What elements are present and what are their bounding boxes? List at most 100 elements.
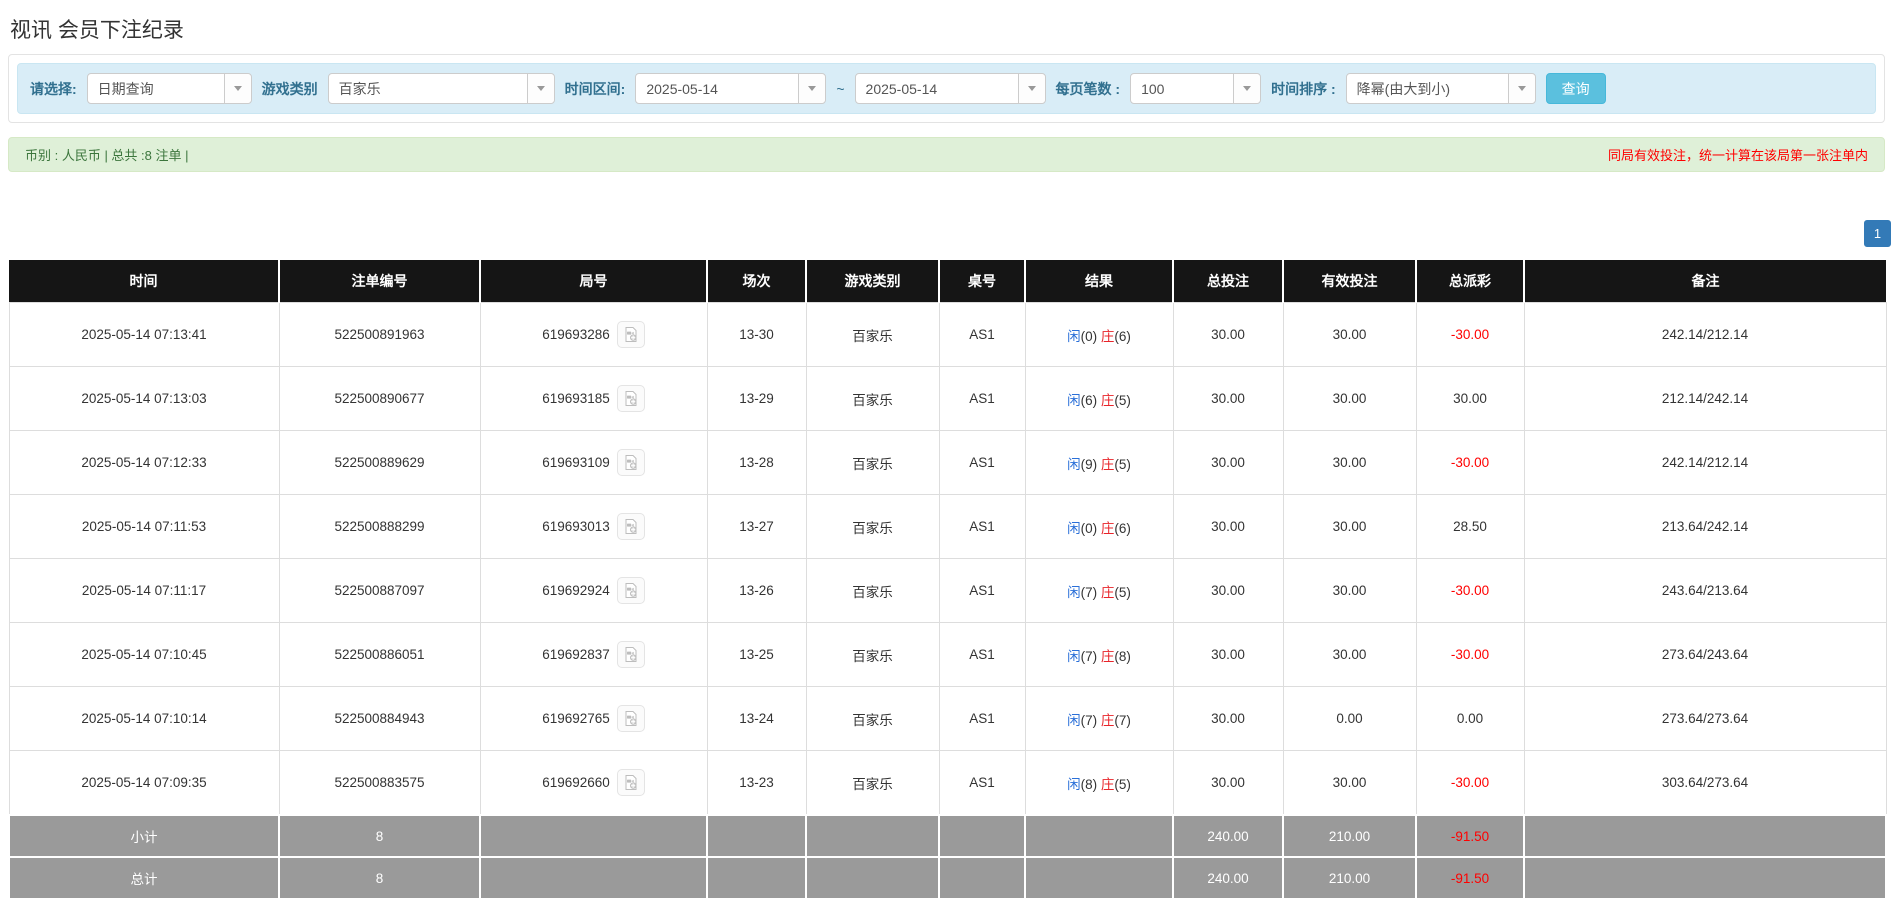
time-sort-label: 时间排序 : xyxy=(1271,80,1336,97)
filter-bar: 请选择: 日期查询 游戏类别 百家乐 时间区间: 2025-05-14 ~ 20… xyxy=(17,63,1876,114)
cell-session: 13-23 xyxy=(706,750,807,816)
search-button[interactable]: 查询 xyxy=(1545,73,1606,104)
subtotal-valid-bet: 210.00 xyxy=(1282,814,1417,858)
total-total-bet: 240.00 xyxy=(1172,856,1284,900)
cell-bet-id: 522500887097 xyxy=(278,558,481,623)
cell-valid-bet: 30.00 xyxy=(1282,430,1417,495)
cell-table-id: AS1 xyxy=(938,750,1026,816)
chevron-down-icon[interactable] xyxy=(526,74,554,103)
video-replay-button[interactable] xyxy=(616,385,645,412)
video-replay-button[interactable] xyxy=(616,449,645,476)
cell-result: 闲(6) 庄(5) xyxy=(1024,366,1174,431)
cell-bet-id: 522500883575 xyxy=(278,750,481,816)
date-to-select[interactable]: 2025-05-14 xyxy=(854,73,1046,104)
subtotal-label: 小计 xyxy=(8,814,280,858)
header-round-id: 局号 xyxy=(480,260,708,303)
chevron-down-icon[interactable] xyxy=(798,74,826,103)
cell-valid-bet: 30.00 xyxy=(1282,622,1417,687)
cell-remark: 243.64/213.64 xyxy=(1523,558,1887,623)
header-payout: 总派彩 xyxy=(1416,260,1525,303)
cell-time: 2025-05-14 07:12:33 xyxy=(8,430,280,495)
video-replay-button[interactable] xyxy=(616,641,645,668)
banker-result: 庄 xyxy=(1100,584,1115,600)
time-range-label: 时间区间: xyxy=(564,80,626,97)
player-result: 闲 xyxy=(1067,712,1081,728)
cell-table-id: AS1 xyxy=(938,558,1026,623)
cell-time: 2025-05-14 07:10:45 xyxy=(8,622,280,687)
video-replay-button[interactable] xyxy=(616,513,645,540)
header-table-id: 桌号 xyxy=(939,260,1026,303)
cell-payout: -30.00 xyxy=(1415,750,1525,816)
subtotal-total-bet: 240.00 xyxy=(1172,814,1284,858)
total-label: 总计 xyxy=(8,856,280,900)
cell-session: 13-30 xyxy=(706,302,807,367)
cell-table-id: AS1 xyxy=(938,430,1026,495)
cell-result: 闲(7) 庄(5) xyxy=(1024,558,1174,623)
chevron-down-icon[interactable] xyxy=(1507,74,1535,103)
cell-total-bet: 30.00 xyxy=(1172,494,1284,559)
filter-panel: 请选择: 日期查询 游戏类别 百家乐 时间区间: 2025-05-14 ~ 20… xyxy=(8,54,1885,123)
video-replay-icon xyxy=(625,327,637,342)
video-replay-icon xyxy=(625,775,637,790)
video-replay-icon xyxy=(625,455,637,470)
cell-table-id: AS1 xyxy=(938,622,1026,687)
cell-round-id: 619692924 xyxy=(479,558,708,623)
cell-valid-bet: 30.00 xyxy=(1282,302,1417,367)
cell-game: 百家乐 xyxy=(805,494,940,559)
page-title: 视讯 会员下注纪录 xyxy=(10,19,184,42)
page-number-button[interactable]: 1 xyxy=(1864,220,1891,247)
table-footer: 小计 8 240.00 210.00 -91.50 总计 8 240.00 21… xyxy=(8,814,1887,900)
video-replay-icon xyxy=(625,519,637,534)
cell-time: 2025-05-14 07:09:35 xyxy=(8,750,280,816)
header-time: 时间 xyxy=(9,260,280,303)
per-page-select[interactable]: 100 xyxy=(1130,73,1262,104)
cell-payout: 0.00 xyxy=(1415,686,1525,751)
per-page-value: 100 xyxy=(1141,80,1165,97)
cell-payout: 28.50 xyxy=(1415,494,1525,559)
cell-game: 百家乐 xyxy=(805,558,940,623)
cell-total-bet: 30.00 xyxy=(1172,430,1284,495)
cell-payout: 30.00 xyxy=(1415,366,1525,431)
header-bet-id: 注单编号 xyxy=(279,260,481,303)
chevron-down-icon[interactable] xyxy=(223,74,251,103)
cell-total-bet: 30.00 xyxy=(1172,366,1284,431)
cell-remark: 273.64/273.64 xyxy=(1523,686,1887,751)
cell-session: 13-29 xyxy=(706,366,807,431)
cell-payout: -30.00 xyxy=(1415,302,1525,367)
cell-game: 百家乐 xyxy=(805,750,940,816)
cell-payout: -30.00 xyxy=(1415,622,1525,687)
cell-time: 2025-05-14 07:13:41 xyxy=(8,302,280,367)
table-row: 2025-05-14 07:11:17 522500887097 6196929… xyxy=(8,558,1887,623)
player-result: 闲 xyxy=(1067,776,1081,792)
time-sort-select[interactable]: 降幂(由大到小) xyxy=(1345,73,1536,104)
video-replay-button[interactable] xyxy=(616,769,645,796)
game-type-select[interactable]: 百家乐 xyxy=(327,73,555,104)
betting-records-table: 时间 注单编号 局号 场次 游戏类别 桌号 结果 总投注 有效投注 总派彩 备注… xyxy=(8,260,1887,900)
video-replay-button[interactable] xyxy=(616,577,645,604)
cell-session: 13-28 xyxy=(706,430,807,495)
video-replay-icon xyxy=(625,391,637,406)
video-replay-icon xyxy=(625,647,637,662)
cell-round-id: 619692765 xyxy=(479,686,708,751)
total-payout: -91.50 xyxy=(1415,856,1525,900)
cell-round-id: 619693013 xyxy=(479,494,708,559)
banker-result: 庄 xyxy=(1100,520,1115,536)
summary-bar: 币别 : 人民币 | 总共 :8 注单 | 同局有效投注，统一计算在该局第一张注… xyxy=(8,137,1885,172)
cell-result: 闲(7) 庄(7) xyxy=(1024,686,1174,751)
video-replay-button[interactable] xyxy=(616,705,645,732)
banker-result: 庄 xyxy=(1100,456,1115,472)
table-row: 2025-05-14 07:11:53 522500888299 6196930… xyxy=(8,494,1887,559)
mode-select[interactable]: 日期查询 xyxy=(86,73,252,104)
banker-result: 庄 xyxy=(1100,648,1115,664)
cell-game: 百家乐 xyxy=(805,622,940,687)
table-row: 2025-05-14 07:13:41 522500891963 6196932… xyxy=(8,302,1887,367)
video-replay-button[interactable] xyxy=(616,321,645,348)
cell-total-bet: 30.00 xyxy=(1172,750,1284,816)
total-valid-bet: 210.00 xyxy=(1282,856,1417,900)
chevron-down-icon[interactable] xyxy=(1017,74,1045,103)
table-row: 2025-05-14 07:13:03 522500890677 6196931… xyxy=(8,366,1887,431)
chevron-down-icon[interactable] xyxy=(1233,74,1261,103)
mode-select-value: 日期查询 xyxy=(97,80,154,97)
date-from-select[interactable]: 2025-05-14 xyxy=(635,73,827,104)
cell-result: 闲(8) 庄(5) xyxy=(1024,750,1174,816)
